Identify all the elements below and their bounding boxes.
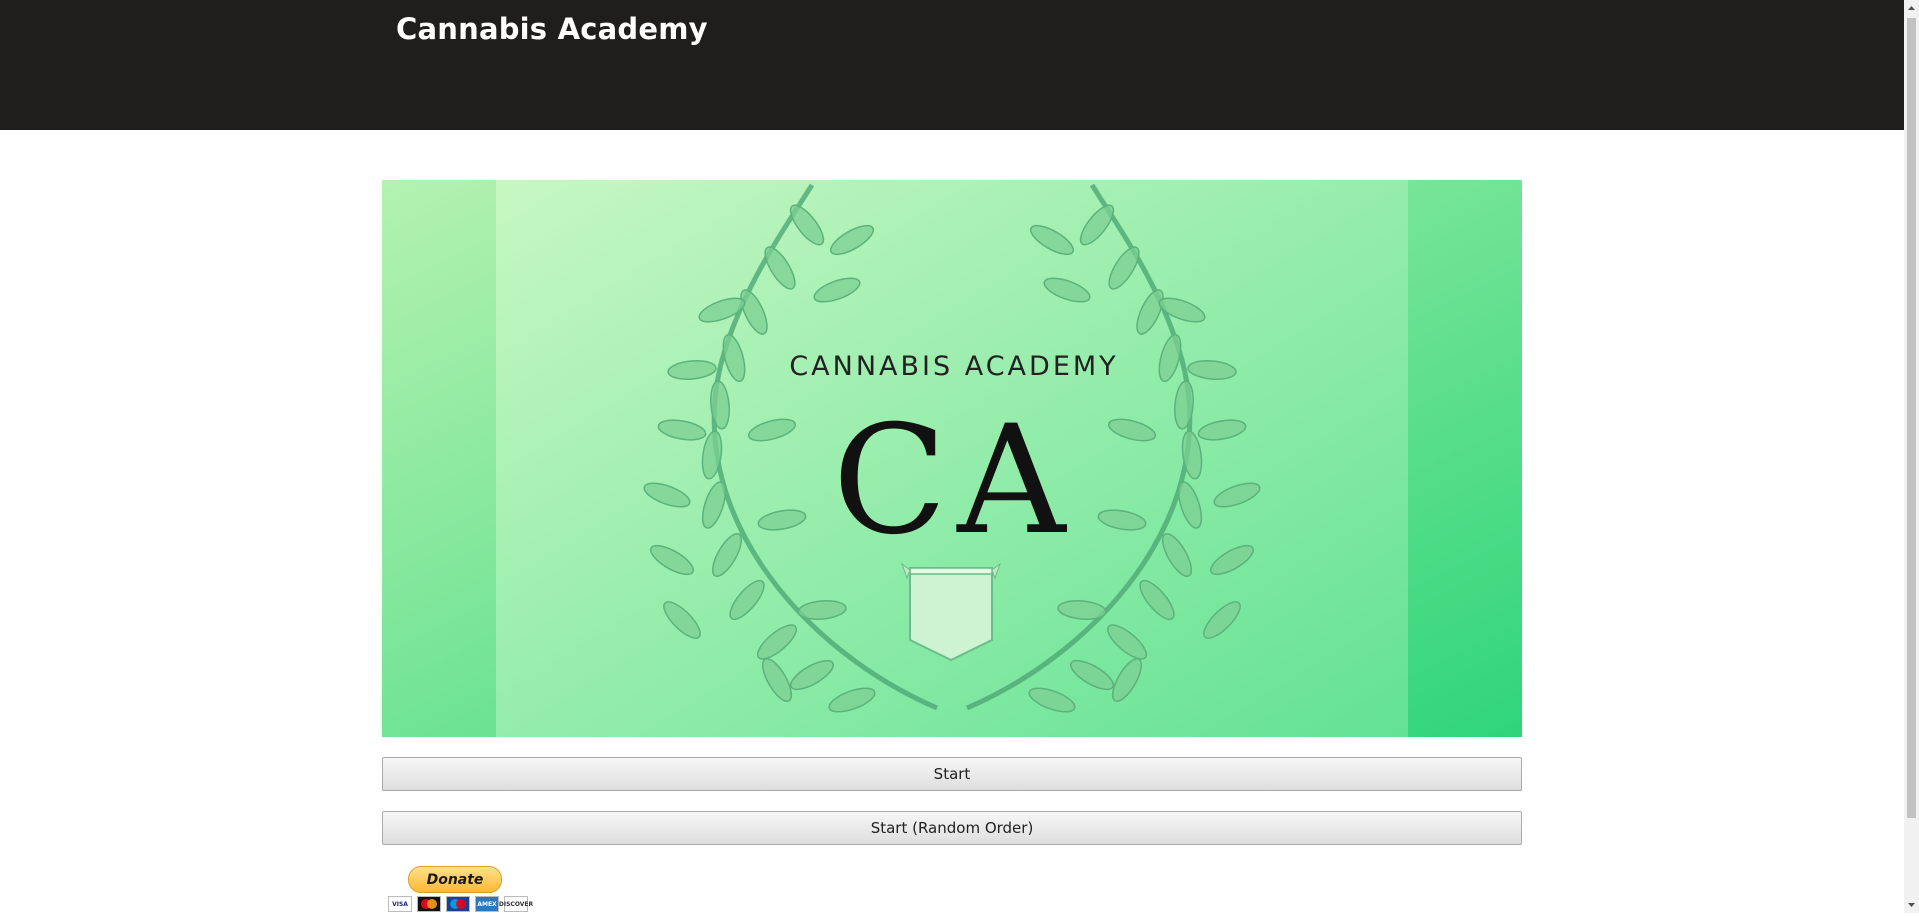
scroll-down-icon[interactable] xyxy=(1904,896,1919,913)
start-random-order-button[interactable]: Start (Random Order) xyxy=(382,811,1522,845)
scroll-up-icon[interactable] xyxy=(1904,0,1919,17)
site-title[interactable]: Cannabis Academy xyxy=(396,12,708,46)
start-button[interactable]: Start xyxy=(382,757,1522,791)
scrollbar-thumb[interactable] xyxy=(1907,18,1916,818)
donate-button[interactable]: Donate xyxy=(408,866,502,893)
logo-title-text: CANNABIS ACADEMY xyxy=(789,351,1118,382)
paypal-donate-widget: Donate VISA AMEX DISCOVER xyxy=(388,864,533,913)
logo-monogram: CA xyxy=(832,394,1075,568)
vertical-scrollbar[interactable] xyxy=(1904,0,1919,913)
mastercard-icon xyxy=(417,896,441,912)
visa-card-icon: VISA xyxy=(388,896,412,912)
hero-logo-image: CANNABIS ACADEMY CA xyxy=(382,180,1522,737)
maestro-card-icon xyxy=(446,896,470,912)
discover-card-icon: DISCOVER xyxy=(499,896,533,912)
amex-card-icon: AMEX xyxy=(475,896,499,912)
payment-cards: VISA AMEX DISCOVER xyxy=(388,896,533,912)
site-header: Cannabis Academy xyxy=(0,0,1904,130)
cannabis-academy-logo: CANNABIS ACADEMY CA xyxy=(382,180,1522,737)
